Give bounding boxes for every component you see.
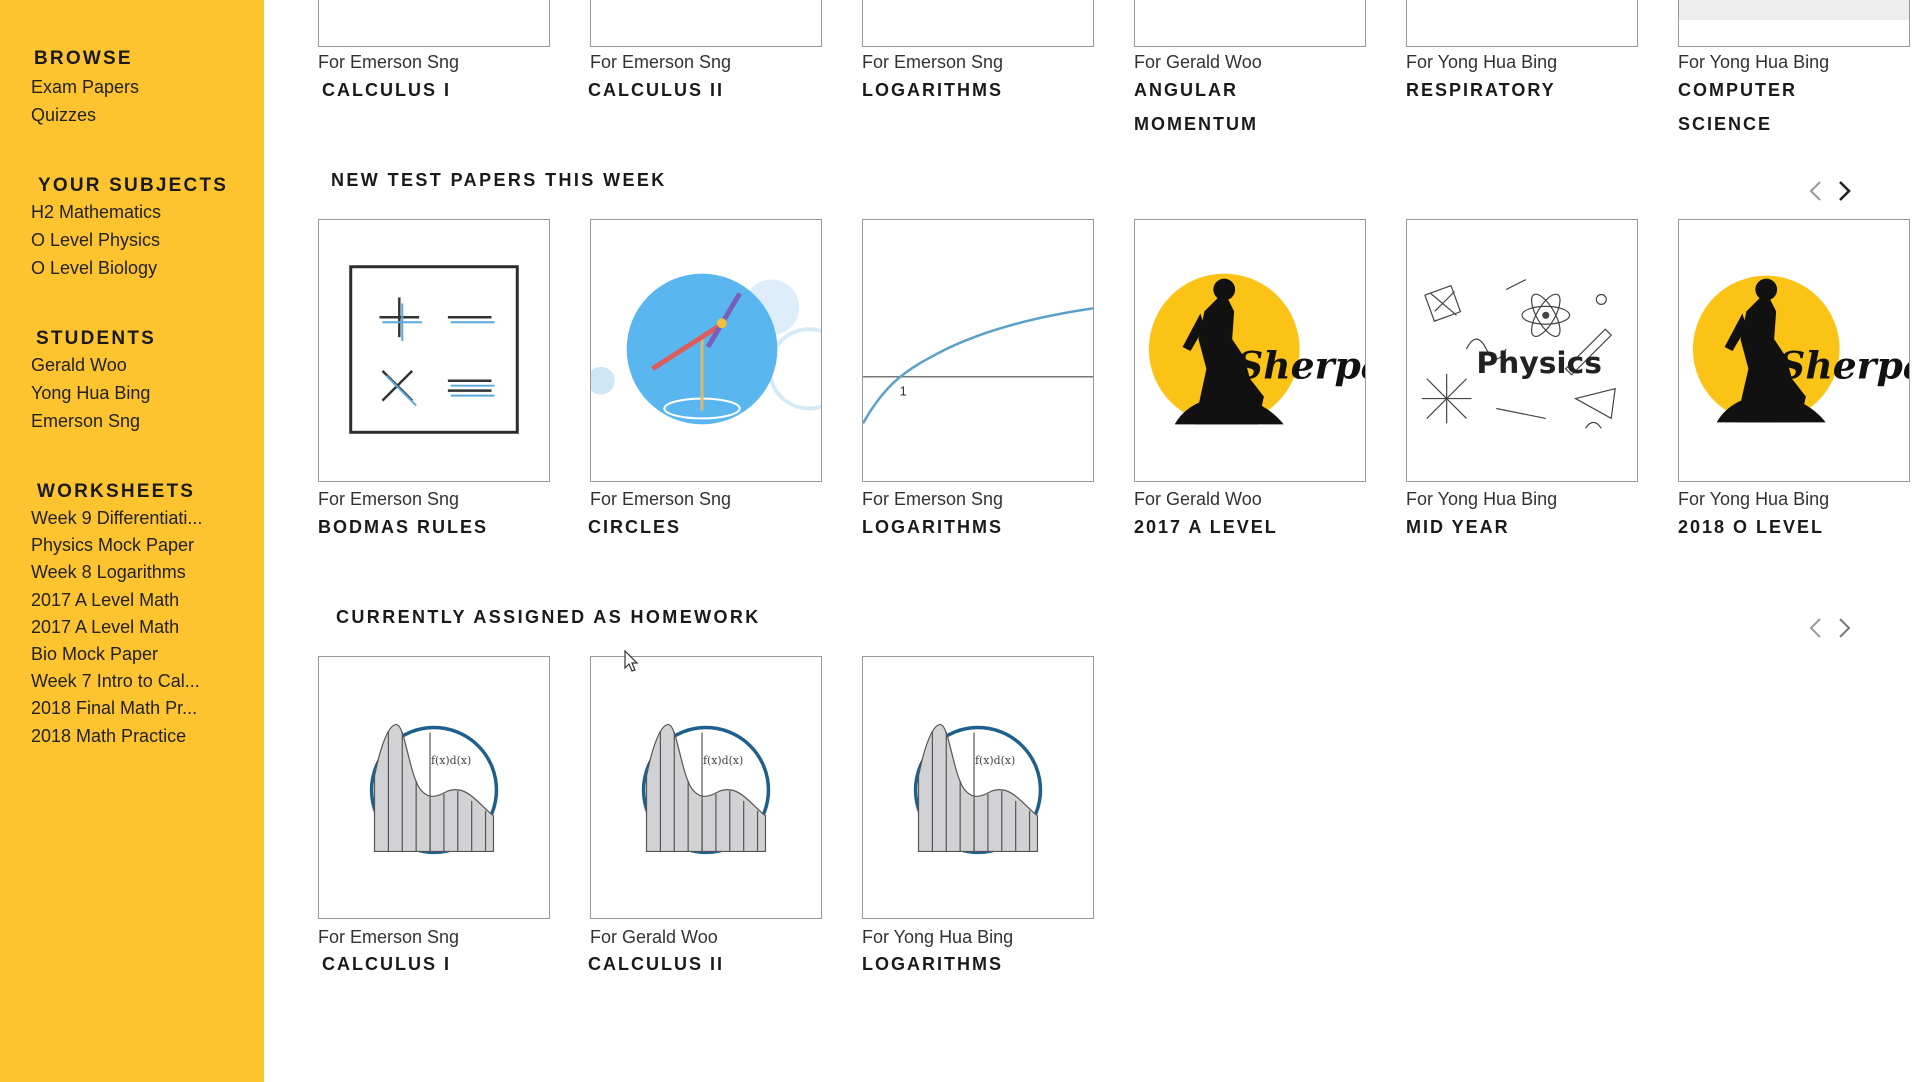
sherpa-logo-text: Sherpa <box>1236 344 1365 388</box>
sidebar-item-gerald-woo[interactable]: Gerald Woo <box>31 355 127 376</box>
card-thumbnail[interactable] <box>1134 0 1366 47</box>
card-title[interactable]: COMPUTER SCIENCE <box>1678 73 1878 141</box>
sidebar-item-worksheet[interactable]: Bio Mock Paper <box>31 644 158 665</box>
sidebar-item-worksheet[interactable]: Physics Mock Paper <box>31 535 194 556</box>
sidebar-item-yong-hua-bing[interactable]: Yong Hua Bing <box>31 383 150 404</box>
card-assignee: For Yong Hua Bing <box>1678 52 1830 72</box>
worksheets-heading: WORKSHEETS <box>37 481 196 502</box>
operators-icon <box>349 265 519 434</box>
chevron-left-icon[interactable] <box>1807 179 1825 203</box>
test-card-thumbnail[interactable]: Physics <box>1406 219 1638 482</box>
chevron-right-icon[interactable] <box>1835 616 1853 640</box>
sidebar-item-worksheet[interactable]: Week 8 Logarithms <box>31 562 186 583</box>
card-title[interactable]: CALCULUS I <box>322 947 552 981</box>
card-thumbnail[interactable] <box>318 0 550 47</box>
sidebar-item-o-level-biology[interactable]: O Level Biology <box>31 258 157 279</box>
card-assignee: For Emerson Sng <box>862 489 1004 509</box>
card-assignee: For Emerson Sng <box>590 52 732 72</box>
integral-formula: f(x)d(x) <box>431 754 471 767</box>
test-card-thumbnail[interactable]: 1 <box>862 219 1094 482</box>
card-title[interactable]: CALCULUS II <box>588 947 818 981</box>
sidebar-item-worksheet[interactable]: 2018 Final Math Pr... <box>31 698 197 719</box>
homework-card-thumbnail[interactable]: f(x)d(x) <box>318 656 550 919</box>
card-assignee: For Yong Hua Bing <box>862 927 1014 947</box>
test-card-thumbnail[interactable]: Sherpa <box>1678 219 1910 482</box>
sidebar-item-quizzes[interactable]: Quizzes <box>31 105 96 126</box>
card-title[interactable]: BODMAS RULES <box>318 510 548 544</box>
card-title[interactable]: CALCULUS I <box>322 73 552 107</box>
card-title[interactable]: LOGARITHMS <box>862 510 1092 544</box>
integral-formula: f(x)d(x) <box>703 754 743 767</box>
browse-heading: BROWSE <box>34 48 133 69</box>
card-assignee: For Gerald Woo <box>1134 52 1262 72</box>
integral-icon: f(x)d(x) <box>641 723 771 855</box>
integral-icon: f(x)d(x) <box>913 723 1043 855</box>
card-assignee: For Emerson Sng <box>862 52 1004 72</box>
section-title-homework: CURRENTLY ASSIGNED AS HOMEWORK <box>336 607 761 627</box>
sidebar-item-worksheet[interactable]: 2018 Math Practice <box>31 726 186 747</box>
test-card-thumbnail[interactable] <box>318 219 550 482</box>
card-title[interactable]: RESPIRATORY <box>1406 73 1636 107</box>
sidebar-item-o-level-physics[interactable]: O Level Physics <box>31 230 160 251</box>
card-title[interactable]: LOGARITHMS <box>862 73 1092 107</box>
subjects-heading: YOUR SUBJECTS <box>38 175 229 196</box>
card-title[interactable]: ANGULAR MOMENTUM <box>1134 73 1334 141</box>
card-title[interactable]: MID YEAR <box>1406 510 1636 544</box>
card-assignee: For Yong Hua Bing <box>1406 52 1558 72</box>
physics-doodle-text: Physics <box>1476 346 1602 381</box>
card-assignee: For Emerson Sng <box>590 489 732 509</box>
chevron-right-icon[interactable] <box>1835 179 1853 203</box>
sidebar-item-worksheet[interactable]: Week 9 Differentiati... <box>31 508 202 529</box>
card-assignee: For Yong Hua Bing <box>1406 489 1558 509</box>
sherpa-logo: Sherpa <box>1692 275 1909 423</box>
students-heading: STUDENTS <box>36 328 156 349</box>
sidebar-item-worksheet[interactable]: 2017 A Level Math <box>31 590 179 611</box>
card-thumbnail[interactable] <box>590 0 822 47</box>
card-assignee: For Yong Hua Bing <box>1678 489 1830 509</box>
card-title[interactable]: 2018 O LEVEL <box>1678 510 1908 544</box>
sidebar-item-worksheet[interactable]: Week 7 Intro to Cal... <box>31 671 200 692</box>
physics-doodle: Physics <box>1421 279 1616 429</box>
log-graph-label: 1 <box>900 384 907 399</box>
chevron-left-icon[interactable] <box>1807 616 1825 640</box>
homework-card-thumbnail[interactable]: f(x)d(x) <box>862 656 1094 919</box>
compass-icon <box>591 273 821 425</box>
sidebar-item-emerson-sng[interactable]: Emerson Sng <box>31 411 140 432</box>
card-thumbnail[interactable] <box>1678 0 1910 47</box>
card-title[interactable]: 2017 A LEVEL <box>1134 510 1364 544</box>
sherpa-logo: Sherpa <box>1148 273 1365 425</box>
card-thumbnail[interactable] <box>862 0 1094 47</box>
sherpa-logo-text: Sherpa <box>1778 344 1909 388</box>
card-assignee: For Emerson Sng <box>318 489 460 509</box>
integral-formula: f(x)d(x) <box>975 754 1015 767</box>
log-graph-icon: 1 <box>863 307 1093 424</box>
card-title[interactable]: LOGARITHMS <box>862 947 1092 981</box>
sidebar-item-exam-papers[interactable]: Exam Papers <box>31 77 139 98</box>
card-thumbnail[interactable] <box>1406 0 1638 47</box>
card-assignee: For Emerson Sng <box>318 52 460 72</box>
section-title-new-tests: NEW TEST PAPERS THIS WEEK <box>331 170 667 190</box>
card-assignee: For Gerald Woo <box>590 927 718 947</box>
card-assignee: For Gerald Woo <box>1134 489 1262 509</box>
sidebar: BROWSE Exam Papers Quizzes YOUR SUBJECTS… <box>0 0 264 1082</box>
test-card-thumbnail[interactable]: Sherpa <box>1134 219 1366 482</box>
card-title[interactable]: CALCULUS II <box>588 73 818 107</box>
mouse-cursor-icon <box>624 650 639 672</box>
sidebar-item-worksheet[interactable]: 2017 A Level Math <box>31 617 179 638</box>
thumbnail-strip <box>1679 0 1909 20</box>
card-title[interactable]: CIRCLES <box>588 510 818 544</box>
homework-card-thumbnail[interactable]: f(x)d(x) <box>590 656 822 919</box>
sidebar-item-h2-mathematics[interactable]: H2 Mathematics <box>31 202 161 223</box>
integral-icon: f(x)d(x) <box>369 723 499 855</box>
card-assignee: For Emerson Sng <box>318 927 460 947</box>
test-card-thumbnail[interactable] <box>590 219 822 482</box>
